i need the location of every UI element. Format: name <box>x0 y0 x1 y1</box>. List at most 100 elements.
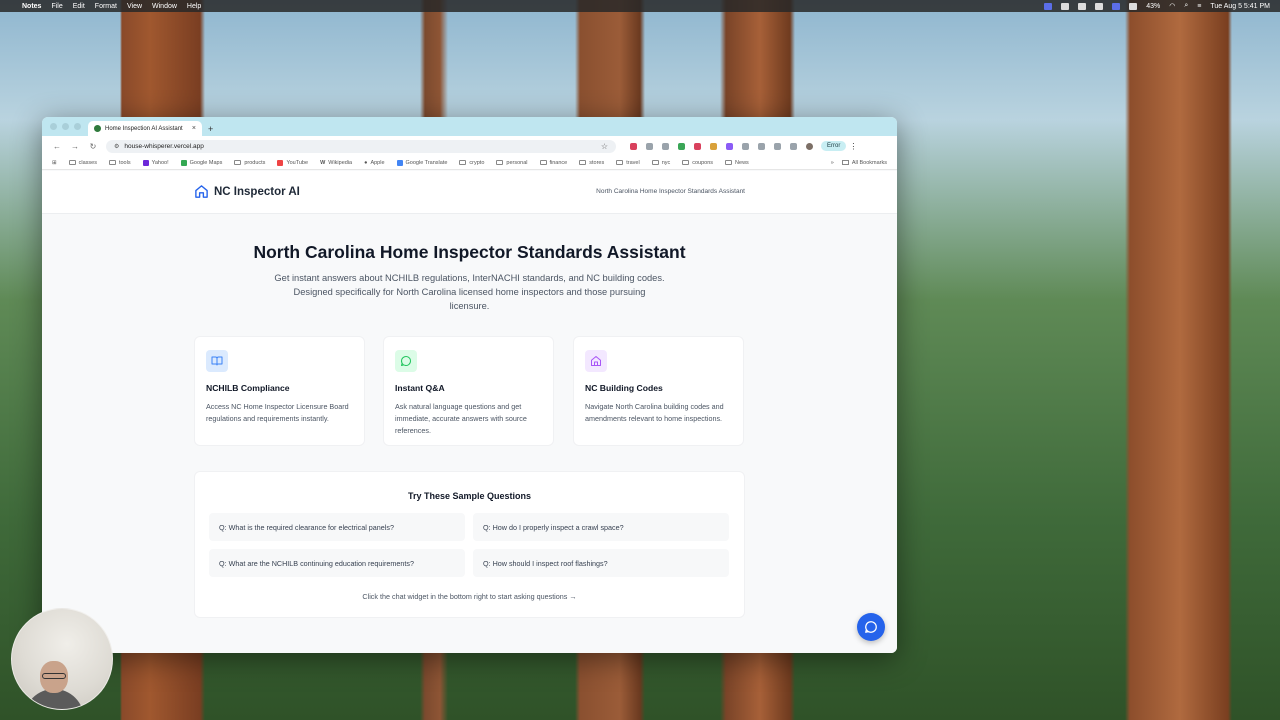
sample-question[interactable]: Q: How do I properly inspect a crawl spa… <box>473 513 729 541</box>
all-bookmarks[interactable]: » All Bookmarks <box>831 160 887 166</box>
extensions-puzzle-icon[interactable] <box>758 142 765 150</box>
bookmark-personal[interactable]: personal <box>496 160 528 166</box>
bookmark-products[interactable]: products <box>234 160 265 166</box>
translate-icon <box>396 159 403 166</box>
extension-icon[interactable] <box>742 142 749 150</box>
bookmark-stores[interactable]: stores <box>579 160 604 166</box>
window-controls <box>50 123 81 130</box>
close-tab-icon[interactable]: × <box>192 125 196 132</box>
control-center-icon[interactable]: ≡ <box>1197 3 1201 10</box>
folder-icon <box>725 160 733 165</box>
folder-icon <box>459 160 467 165</box>
gmail-icon[interactable] <box>694 142 701 150</box>
menu-bar: Notes File Edit Format View Window Help … <box>0 0 1280 12</box>
extension-icon[interactable] <box>710 142 717 150</box>
bookmark-classes[interactable]: classes <box>68 160 97 166</box>
zoom-window-button[interactable] <box>74 123 81 130</box>
folder-icon <box>496 160 504 165</box>
menu-view[interactable]: View <box>127 3 142 10</box>
minimize-window-button[interactable] <box>62 123 69 130</box>
bookmark-youtube[interactable]: YouTube <box>277 159 308 166</box>
new-tab-button[interactable]: + <box>208 124 213 134</box>
wifi-icon[interactable]: ◠ <box>1169 2 1175 10</box>
extension-icon[interactable] <box>678 142 685 150</box>
battery-percent[interactable]: 43% <box>1146 3 1160 10</box>
card-text: Ask natural language questions and get i… <box>395 402 527 435</box>
folder-icon <box>651 160 659 165</box>
status-icon[interactable] <box>1078 2 1087 10</box>
folder-icon <box>68 160 76 165</box>
folder-icon <box>539 160 547 165</box>
bookmarks-bar: ⊞ classes tools Yahoo! Google Maps produ… <box>42 156 897 170</box>
side-panel-icon[interactable] <box>774 142 781 150</box>
status-icon[interactable] <box>1095 2 1104 10</box>
menu-edit[interactable]: Edit <box>73 3 85 10</box>
menu-file[interactable]: File <box>51 3 62 10</box>
search-icon[interactable]: ⌕ <box>1184 2 1188 10</box>
forward-button[interactable]: → <box>66 142 84 151</box>
tab-title: Home Inspection AI Assistant <box>105 125 183 132</box>
card-title: NCHILB Compliance <box>206 383 290 393</box>
close-window-button[interactable] <box>50 123 57 130</box>
card-title: NC Building Codes <box>585 383 663 393</box>
bookmark-tools[interactable]: tools <box>108 160 131 166</box>
header-tagline: North Carolina Home Inspector Standards … <box>596 188 745 195</box>
tab-active[interactable]: Home Inspection AI Assistant × <box>88 121 202 136</box>
sample-question[interactable]: Q: How should I inspect roof flashings? <box>473 549 729 577</box>
bookmark-coupons[interactable]: coupons <box>682 160 713 166</box>
sample-question[interactable]: Q: What are the NCHILB continuing educat… <box>209 549 465 577</box>
folder-icon <box>234 160 242 165</box>
bookmark-finance[interactable]: finance <box>539 160 567 166</box>
menu-window[interactable]: Window <box>152 3 177 10</box>
screen-record-icon[interactable] <box>1044 2 1053 10</box>
sample-question[interactable]: Q: What is the required clearance for el… <box>209 513 465 541</box>
brand-name: NC Inspector AI <box>214 185 300 198</box>
browser-menu-icon[interactable]: ⋮ <box>849 142 857 151</box>
extension-icon[interactable] <box>630 142 637 150</box>
menu-help[interactable]: Help <box>187 3 201 10</box>
glasses <box>42 673 66 679</box>
status-icon[interactable] <box>1129 2 1138 10</box>
extension-icon[interactable] <box>726 142 733 150</box>
youtube-icon <box>277 159 284 166</box>
menu-format[interactable]: Format <box>95 3 117 10</box>
site-brand[interactable]: NC Inspector AI <box>194 184 300 199</box>
menu-app-name[interactable]: Notes <box>22 3 41 10</box>
bookmark-apple[interactable]: ● Apple <box>364 160 384 166</box>
bookmark-yahoo[interactable]: Yahoo! <box>142 159 169 166</box>
folder-icon <box>682 160 690 165</box>
address-bar[interactable]: ⚙ house-whisperer.vercel.app ☆ <box>106 139 616 153</box>
back-button[interactable]: ← <box>48 142 66 151</box>
profile-avatar[interactable] <box>806 142 813 150</box>
status-icon[interactable] <box>1112 2 1121 10</box>
extension-icon[interactable] <box>646 142 653 150</box>
house-icon <box>585 350 607 372</box>
chat-bubble-icon <box>395 350 417 372</box>
download-icon[interactable] <box>790 142 797 150</box>
feature-card-building-codes: NC Building Codes Navigate North Carolin… <box>573 336 744 446</box>
reload-button[interactable]: ↻ <box>84 142 102 151</box>
sample-questions-title: Try These Sample Questions <box>407 491 532 501</box>
bookmark-google-translate[interactable]: Google Translate <box>396 159 447 166</box>
hero-subtitle: Get instant answers about NCHILB regulat… <box>274 273 665 311</box>
chat-widget-button[interactable] <box>857 613 885 641</box>
apps-grid-icon[interactable]: ⊞ <box>52 160 57 166</box>
maps-icon <box>180 159 187 166</box>
folder-icon <box>616 160 624 165</box>
yahoo-icon <box>142 159 149 166</box>
bookmark-crypto[interactable]: crypto <box>459 160 484 166</box>
folder-icon <box>579 160 587 165</box>
menubar-clock[interactable]: Tue Aug 5 5:41 PM <box>1210 3 1270 10</box>
bookmark-star-icon[interactable]: ☆ <box>601 142 608 151</box>
status-icon[interactable] <box>1061 2 1070 10</box>
bookmark-travel[interactable]: travel <box>616 160 640 166</box>
bookmark-news[interactable]: News <box>725 160 749 166</box>
bookmark-google-maps[interactable]: Google Maps <box>180 159 222 166</box>
bookmark-wikipedia[interactable]: W Wikipedia <box>320 160 352 166</box>
bookmark-nyc[interactable]: nyc <box>651 160 670 166</box>
extension-icon[interactable] <box>662 142 669 150</box>
menubar-status-area: 43% ◠ ⌕ ≡ Tue Aug 5 5:41 PM <box>1044 2 1270 10</box>
error-button[interactable]: Error <box>821 141 847 151</box>
card-text: Navigate North Carolina building codes a… <box>585 402 724 423</box>
site-info-icon[interactable]: ⚙ <box>114 143 119 150</box>
